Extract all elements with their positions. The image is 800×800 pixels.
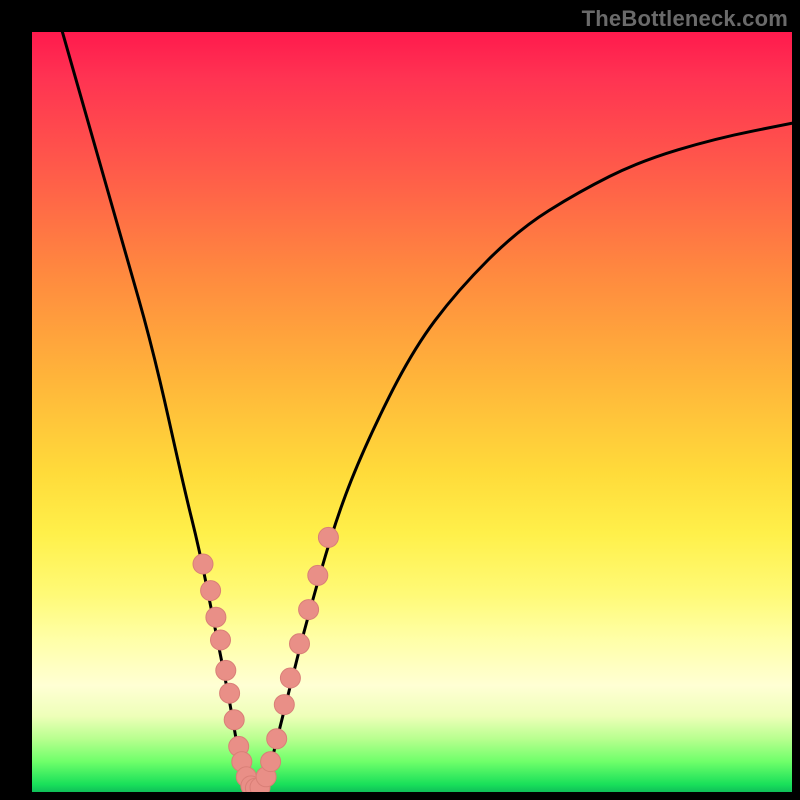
data-point-marker [290, 634, 310, 654]
data-point-marker [206, 607, 226, 627]
marker-cluster [193, 527, 338, 792]
data-point-marker [261, 752, 281, 772]
data-point-marker [216, 660, 236, 680]
data-point-marker [308, 565, 328, 585]
data-point-marker [220, 683, 240, 703]
chart-frame: TheBottleneck.com [0, 0, 800, 800]
bottleneck-curve-path [62, 32, 792, 792]
attribution-label: TheBottleneck.com [582, 6, 788, 32]
data-point-marker [280, 668, 300, 688]
data-point-marker [299, 600, 319, 620]
curve-series [62, 32, 792, 792]
data-point-marker [267, 729, 287, 749]
chart-svg [32, 32, 792, 792]
data-point-marker [211, 630, 231, 650]
data-point-marker [193, 554, 213, 574]
plot-area [32, 32, 792, 792]
data-point-marker [224, 710, 244, 730]
data-point-marker [274, 695, 294, 715]
data-point-marker [201, 581, 221, 601]
data-point-marker [318, 527, 338, 547]
